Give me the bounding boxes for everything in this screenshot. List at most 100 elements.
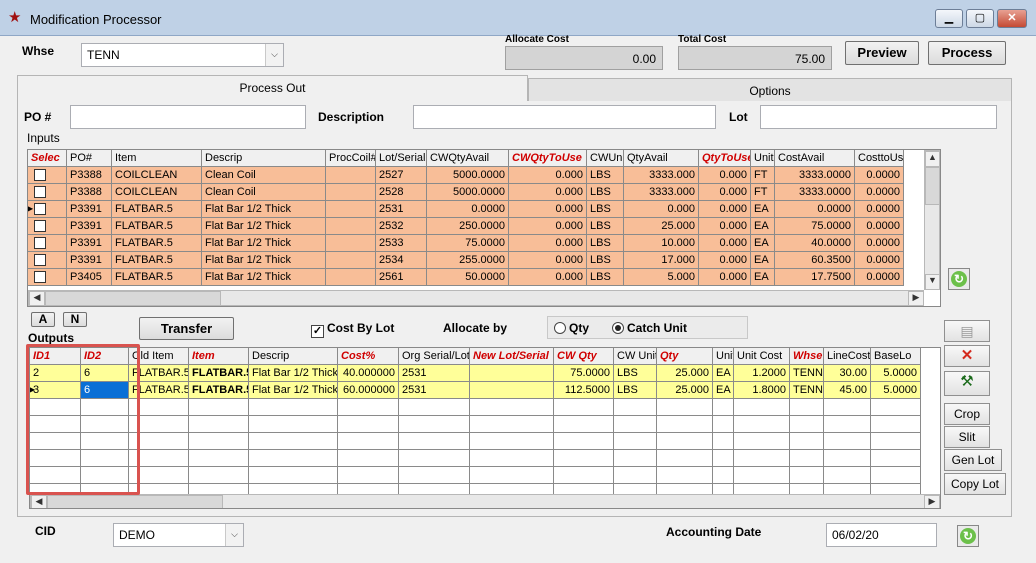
table-cell[interactable]	[871, 433, 921, 450]
table-cell[interactable]: 0.000	[699, 252, 751, 269]
table-cell[interactable]: 255.0000	[427, 252, 509, 269]
catch-unit-radio[interactable]: Catch Unit	[612, 321, 687, 335]
column-header[interactable]: ID1	[30, 348, 81, 365]
table-cell[interactable]	[554, 416, 614, 433]
table-cell[interactable]	[249, 416, 338, 433]
chevron-down-icon[interactable]: ⌵	[225, 524, 243, 546]
table-cell[interactable]	[30, 399, 81, 416]
column-header[interactable]: Qty	[657, 348, 713, 365]
table-cell[interactable]: Flat Bar 1/2 Thick	[202, 269, 326, 286]
table-cell[interactable]	[614, 399, 657, 416]
table-cell[interactable]	[470, 433, 554, 450]
table-cell[interactable]	[326, 269, 376, 286]
table-cell[interactable]: 112.5000	[554, 382, 614, 399]
table-cell[interactable]	[470, 399, 554, 416]
table-cell[interactable]: EA	[713, 382, 734, 399]
table-cell[interactable]: 30.00	[824, 365, 871, 382]
table-cell[interactable]	[28, 218, 67, 235]
table-cell[interactable]: 0.000	[509, 167, 587, 184]
column-header[interactable]: Descrip	[249, 348, 338, 365]
table-cell[interactable]: P3388	[67, 167, 112, 184]
column-header[interactable]: QtyAvail	[624, 150, 699, 167]
table-cell[interactable]: LBS	[587, 269, 624, 286]
table-cell[interactable]	[399, 399, 470, 416]
table-cell[interactable]	[249, 450, 338, 467]
table-cell[interactable]	[399, 450, 470, 467]
table-cell[interactable]: COILCLEAN	[112, 167, 202, 184]
cost-by-lot-checkbox[interactable]: ✓ Cost By Lot	[311, 321, 394, 338]
table-cell[interactable]	[326, 218, 376, 235]
table-cell[interactable]	[554, 467, 614, 484]
table-cell[interactable]: 2528	[376, 184, 427, 201]
table-cell[interactable]: 40.0000	[775, 235, 855, 252]
table-cell[interactable]: TENN	[790, 365, 824, 382]
table-cell[interactable]	[326, 235, 376, 252]
table-cell[interactable]	[129, 399, 189, 416]
table-cell[interactable]: Clean Coil	[202, 184, 326, 201]
table-cell[interactable]: P3391	[67, 252, 112, 269]
crop-button[interactable]: Crop	[944, 403, 990, 425]
transfer-button[interactable]: Transfer	[139, 317, 234, 340]
table-cell[interactable]: 6	[81, 382, 129, 399]
table-cell[interactable]: 0.0000	[855, 269, 904, 286]
table-cell[interactable]: 75.0000	[554, 365, 614, 382]
table-cell[interactable]: 0.0000	[855, 252, 904, 269]
table-cell[interactable]	[129, 433, 189, 450]
table-cell[interactable]: 0.0000	[855, 184, 904, 201]
table-cell[interactable]: 60.3500	[775, 252, 855, 269]
table-cell[interactable]	[554, 433, 614, 450]
table-cell[interactable]: 0.000	[699, 184, 751, 201]
column-header[interactable]: Selec	[28, 150, 67, 167]
table-cell[interactable]	[614, 450, 657, 467]
table-cell[interactable]	[824, 399, 871, 416]
table-cell[interactable]	[129, 450, 189, 467]
table-cell[interactable]: 75.0000	[427, 235, 509, 252]
table-cell[interactable]: 2527	[376, 167, 427, 184]
table-cell[interactable]	[470, 467, 554, 484]
table-cell[interactable]	[824, 416, 871, 433]
column-header[interactable]: LineCost	[824, 348, 871, 365]
table-cell[interactable]	[249, 399, 338, 416]
table-cell[interactable]	[554, 399, 614, 416]
column-header[interactable]: New Lot/Serial	[470, 348, 554, 365]
table-cell[interactable]	[81, 416, 129, 433]
table-cell[interactable]: 1.8000	[734, 382, 790, 399]
table-cell[interactable]: 3333.0000	[775, 167, 855, 184]
table-cell[interactable]: LBS	[587, 252, 624, 269]
table-cell[interactable]	[614, 467, 657, 484]
table-cell[interactable]	[824, 433, 871, 450]
table-cell[interactable]	[470, 382, 554, 399]
table-cell[interactable]	[129, 416, 189, 433]
column-header[interactable]: QtyToUse	[699, 150, 751, 167]
table-cell[interactable]	[871, 399, 921, 416]
column-header[interactable]: CW Qty	[554, 348, 614, 365]
table-cell[interactable]: 0.000	[509, 269, 587, 286]
table-cell[interactable]	[81, 467, 129, 484]
table-cell[interactable]: FLATBAR.5	[112, 218, 202, 235]
table-cell[interactable]	[326, 167, 376, 184]
table-cell[interactable]: 250.0000	[427, 218, 509, 235]
inputs-vscroll[interactable]: ▲ ▼	[924, 150, 940, 290]
po-input[interactable]	[70, 105, 306, 129]
table-cell[interactable]: 25.000	[657, 382, 713, 399]
whse-select[interactable]: TENN ⌵	[81, 43, 284, 67]
table-cell[interactable]	[28, 252, 67, 269]
table-cell[interactable]	[470, 416, 554, 433]
column-header[interactable]: PO#	[67, 150, 112, 167]
table-cell[interactable]: 0.0000	[855, 167, 904, 184]
table-cell[interactable]	[713, 416, 734, 433]
table-cell[interactable]: 60.000000	[338, 382, 399, 399]
table-cell[interactable]: Clean Coil	[202, 167, 326, 184]
table-cell[interactable]: FT	[751, 184, 775, 201]
table-cell[interactable]	[554, 450, 614, 467]
table-cell[interactable]	[28, 167, 67, 184]
outputs-grid[interactable]: ID1 ID2 Old Item Item Descrip Cost% Org Serial…	[29, 347, 941, 509]
select-checkbox[interactable]	[34, 237, 46, 249]
scroll-right-icon[interactable]: ▶	[924, 495, 940, 508]
table-cell[interactable]	[30, 433, 81, 450]
table-cell[interactable]: 0.0000	[855, 235, 904, 252]
table-cell[interactable]: 2532	[376, 218, 427, 235]
table-cell[interactable]: FLATBAR.5	[129, 365, 189, 382]
table-cell[interactable]	[470, 450, 554, 467]
table-cell[interactable]	[338, 467, 399, 484]
